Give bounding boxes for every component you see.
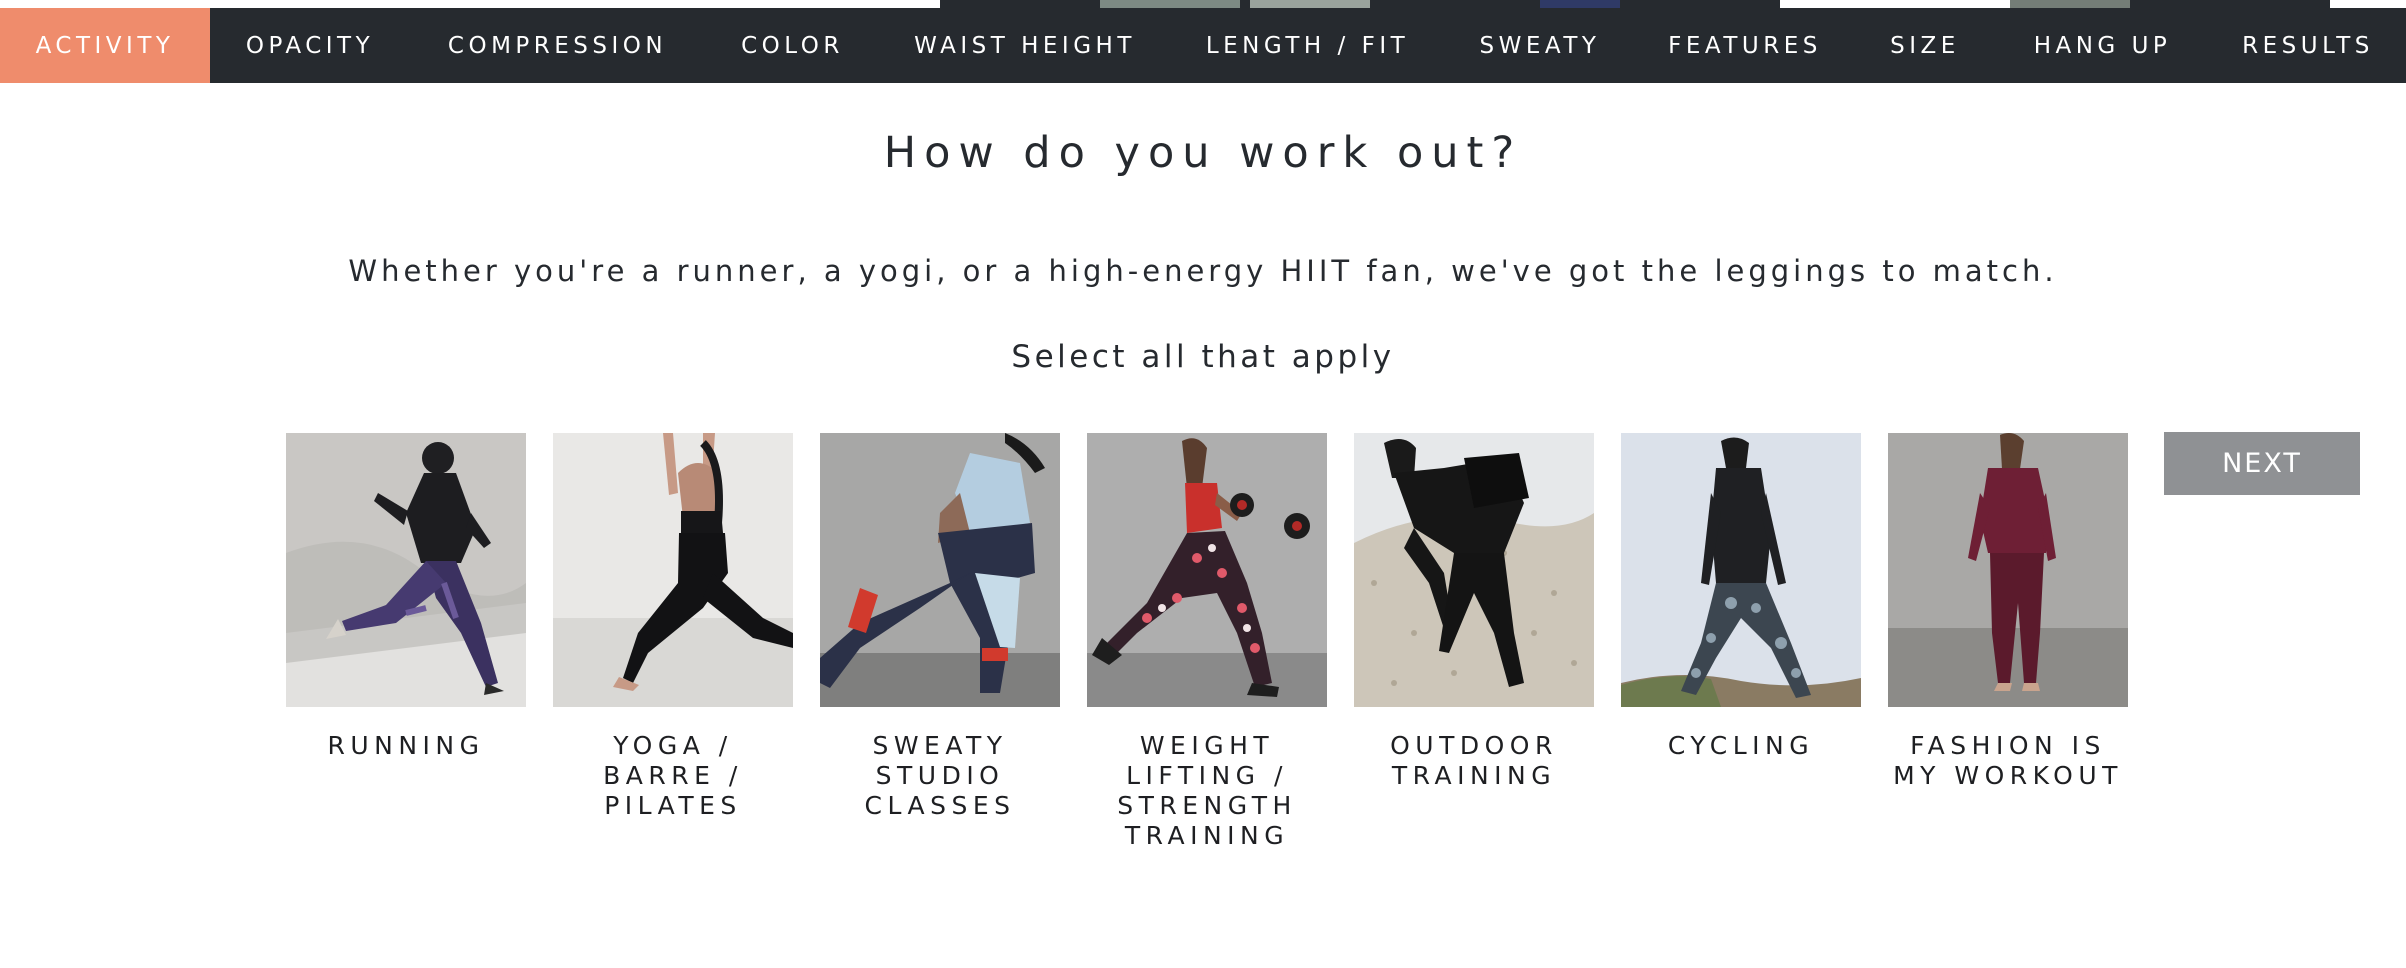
outdoor-photo (1354, 433, 1594, 707)
nav-step-results[interactable]: RESULTS (2210, 8, 2406, 83)
option-yoga-barre-pilates[interactable]: YOGA / BARRE / PILATES (553, 433, 793, 821)
nav-step-size[interactable]: SIZE (1855, 8, 1995, 83)
option-weights-label: WEIGHT LIFTING / STRENGTH TRAINING (1117, 731, 1297, 850)
cycling-photo (1621, 433, 1861, 707)
nav-step-sweaty[interactable]: SWEATY (1445, 8, 1635, 83)
option-running[interactable]: RUNNING (286, 433, 526, 761)
quiz-step-nav: ACTIVITY OPACITY COMPRESSION COLOR WAIST… (0, 8, 2406, 83)
option-running-label: RUNNING (327, 731, 485, 760)
yoga-photo (553, 433, 793, 707)
option-weight-lifting[interactable]: WEIGHT LIFTING / STRENGTH TRAINING (1087, 433, 1327, 851)
nav-step-hang-up[interactable]: HANG UP (1995, 8, 2210, 83)
fashion-photo (1888, 433, 2128, 707)
nav-step-length-fit[interactable]: LENGTH / FIT (1170, 8, 1445, 83)
nav-step-waist-height[interactable]: WAIST HEIGHT (880, 8, 1170, 83)
nav-step-opacity[interactable]: OPACITY (210, 8, 410, 83)
studio-photo (820, 433, 1060, 707)
weights-photo (1087, 433, 1327, 707)
option-outdoor-label: OUTDOOR TRAINING (1390, 731, 1558, 790)
option-studio-label: SWEATY STUDIO CLASSES (864, 731, 1016, 820)
nav-step-compression[interactable]: COMPRESSION (410, 8, 705, 83)
page-subtitle: Whether you're a runner, a yogi, or a hi… (348, 254, 2058, 288)
quiz-page: ACTIVITY OPACITY COMPRESSION COLOR WAIST… (0, 0, 2406, 968)
option-cycling-label: CYCLING (1667, 731, 1815, 760)
nav-step-features[interactable]: FEATURES (1635, 8, 1855, 83)
option-yoga-label: YOGA / BARRE / PILATES (603, 731, 743, 820)
option-cycling[interactable]: CYCLING (1621, 433, 1861, 761)
next-button[interactable]: NEXT (2164, 432, 2360, 495)
option-fashion-label: FASHION IS MY WORKOUT (1893, 731, 2123, 790)
option-fashion[interactable]: FASHION IS MY WORKOUT (1888, 433, 2128, 791)
top-image-strip (0, 0, 2406, 8)
page-title: How do you work out? (883, 128, 1523, 178)
option-sweaty-studio[interactable]: SWEATY STUDIO CLASSES (820, 433, 1060, 821)
nav-step-activity[interactable]: ACTIVITY (0, 8, 210, 83)
nav-step-color[interactable]: COLOR (705, 8, 880, 83)
select-instruction: Select all that apply (1011, 339, 1395, 375)
runner-photo (286, 433, 526, 707)
option-outdoor-training[interactable]: OUTDOOR TRAINING (1354, 433, 1594, 791)
